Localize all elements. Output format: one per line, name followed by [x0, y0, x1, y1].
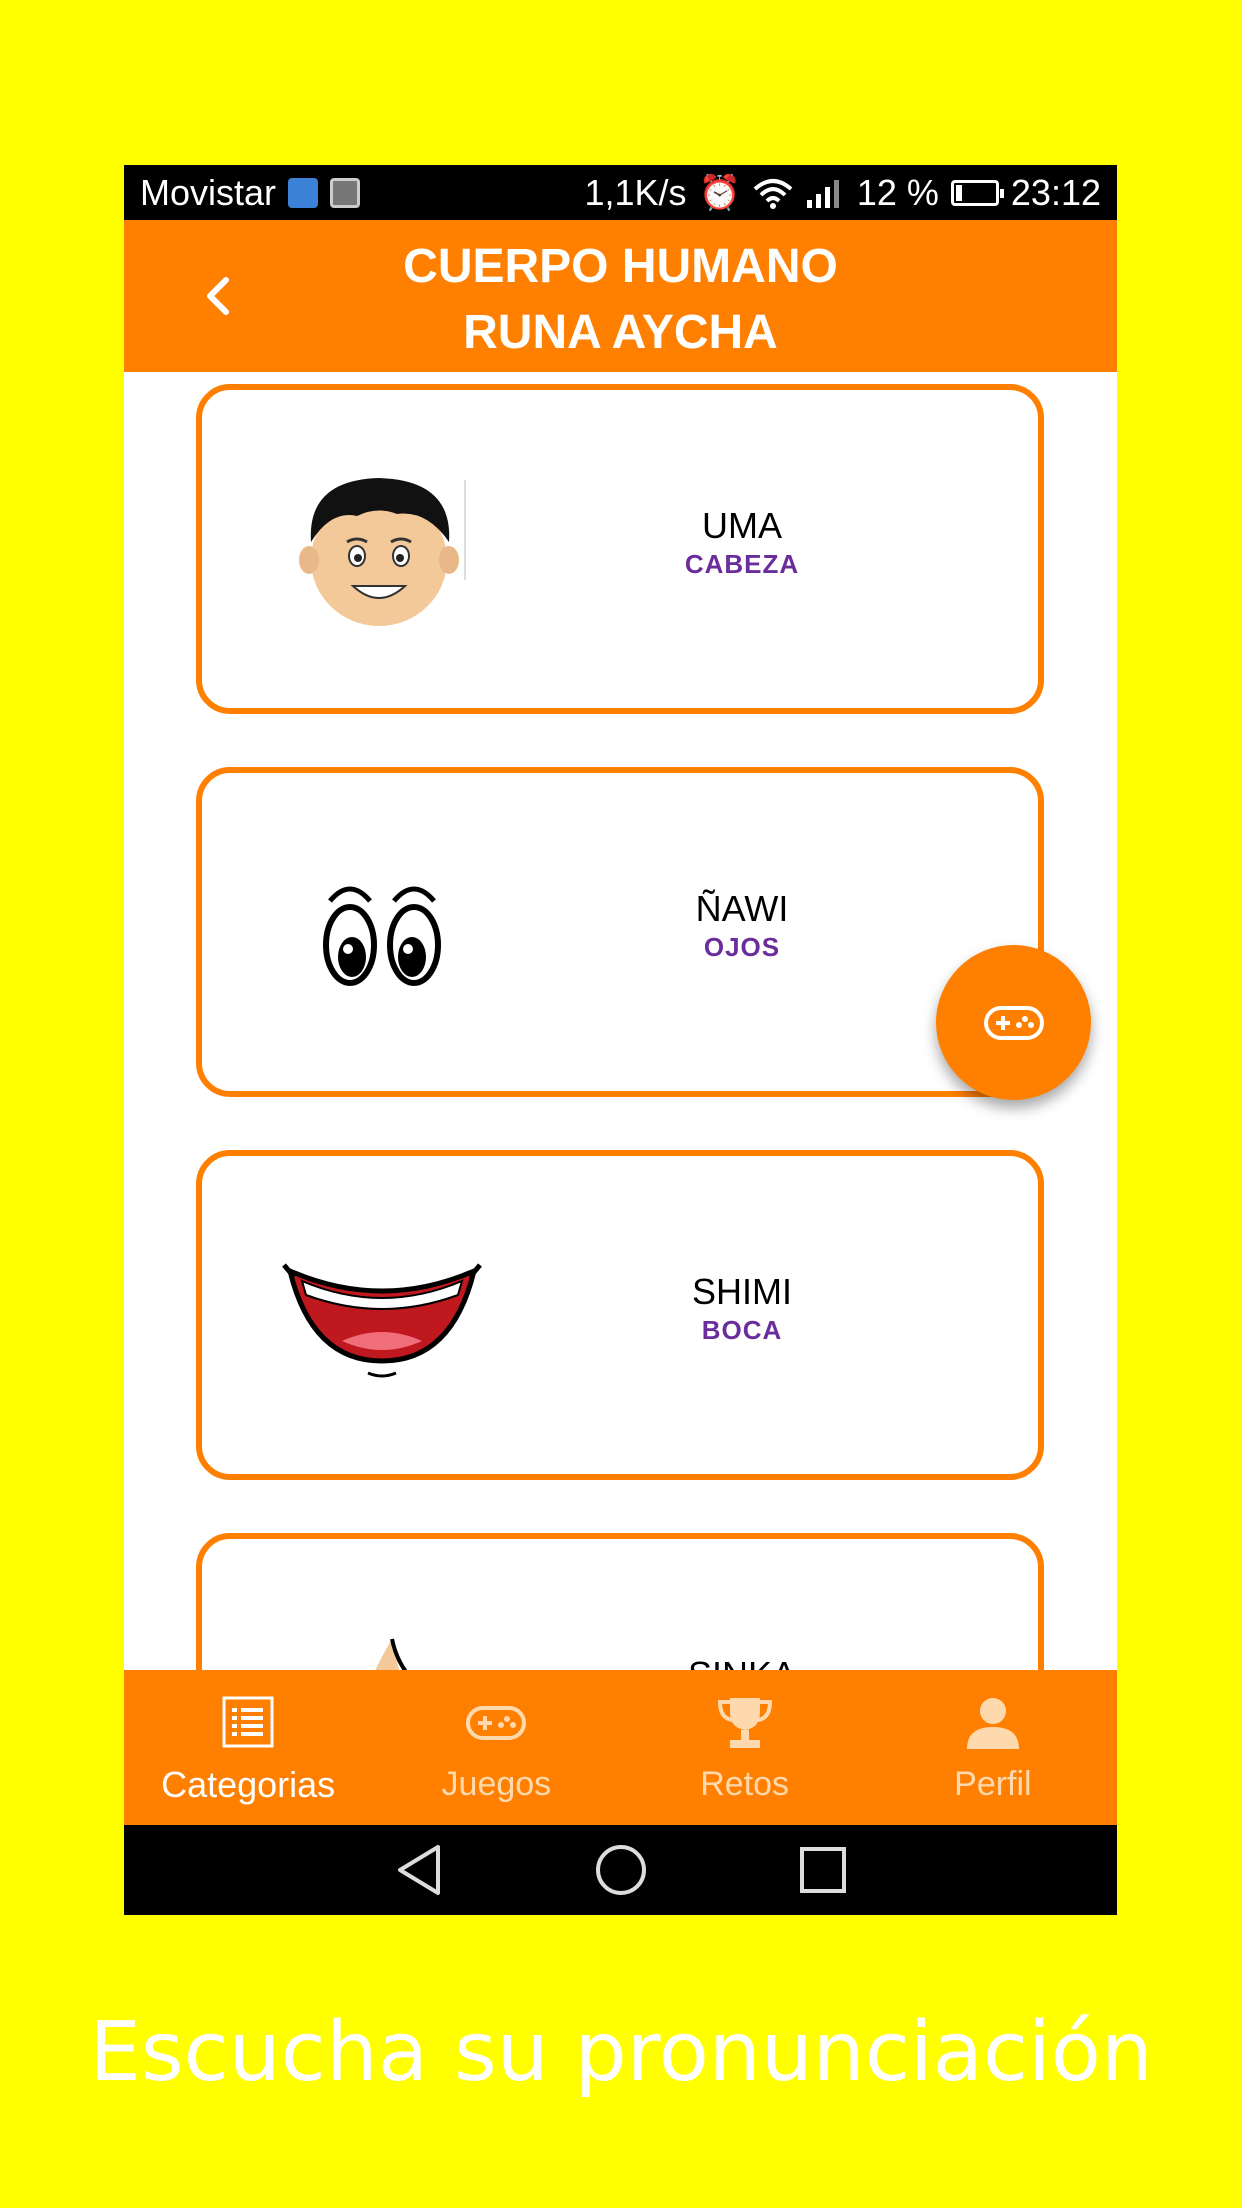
battery-icon: [950, 179, 1004, 206]
carrier-name: Movistar: [140, 171, 277, 213]
clock: 23:12: [1010, 171, 1101, 213]
nav-categorias[interactable]: Categorias: [124, 1670, 372, 1825]
square-recents-icon: [799, 1847, 846, 1893]
gallery-app-icon: [330, 177, 361, 208]
head-illustration: [282, 470, 482, 630]
battery-percent: 12 %: [856, 171, 939, 213]
app-bar: CUERPO HUMANO RUNA AYCHA: [124, 220, 1117, 372]
list-item-uma[interactable]: UMA CABEZA: [196, 384, 1044, 714]
person-icon: [966, 1698, 1019, 1749]
health-app-icon: [288, 177, 319, 208]
item-word: SHIMI: [691, 1271, 792, 1312]
mouth-illustration: [282, 1236, 482, 1396]
title-line-1: CUERPO HUMANO: [403, 240, 838, 293]
item-translation: OJOS: [703, 932, 781, 962]
nose-illustration: [282, 1619, 482, 1670]
nav-label: Juegos: [441, 1765, 552, 1803]
list-item-shimi[interactable]: SHIMI BOCA: [196, 1150, 1044, 1480]
network-speed: 1,1K/s: [584, 171, 687, 213]
list-icon: [222, 1696, 274, 1747]
nav-juegos[interactable]: Juegos: [372, 1670, 620, 1825]
eyes-illustration: [282, 853, 482, 1013]
triangle-back-icon: [397, 1845, 440, 1895]
list-item-sinka[interactable]: SINKA: [196, 1533, 1044, 1670]
system-navigation-bar: [124, 1825, 1117, 1915]
title-line-2: RUNA AYCHA: [463, 306, 778, 359]
gamepad-icon: [466, 1706, 527, 1740]
phone-screen: Movistar 1,1K/s ⏰ 12 % 23:12 CUERPO HUMA…: [124, 165, 1117, 1915]
games-fab[interactable]: [936, 945, 1091, 1100]
gamepad-icon: [983, 1005, 1044, 1040]
signal-icon: [806, 179, 839, 208]
item-word: ÑAWI: [695, 888, 789, 929]
nav-retos[interactable]: Retos: [621, 1670, 869, 1825]
bottom-navigation: Categorias Juegos Retos Perfil: [124, 1670, 1117, 1825]
page-title: CUERPO HUMANO RUNA AYCHA: [124, 234, 1117, 366]
circle-home-icon: [595, 1845, 646, 1895]
nav-label: Categorias: [161, 1763, 336, 1805]
trophy-icon: [717, 1698, 772, 1748]
item-word: UMA: [702, 505, 782, 546]
nav-label: Perfil: [954, 1765, 1032, 1803]
promo-caption: Escucha su pronunciación: [89, 2005, 1153, 2100]
system-home-button[interactable]: [594, 1843, 648, 1897]
system-back-button[interactable]: [394, 1843, 444, 1897]
list-item-nawi[interactable]: ÑAWI OJOS: [196, 767, 1044, 1097]
system-recents-button[interactable]: [798, 1845, 848, 1895]
nav-label: Retos: [700, 1765, 790, 1803]
item-translation: CABEZA: [684, 549, 800, 579]
item-word: SINKA: [622, 1654, 862, 1670]
item-translation: BOCA: [701, 1315, 783, 1345]
status-bar: Movistar 1,1K/s ⏰ 12 % 23:12: [124, 165, 1117, 220]
wifi-icon: [753, 178, 793, 209]
nav-perfil[interactable]: Perfil: [869, 1670, 1117, 1825]
alarm-icon: ⏰: [698, 173, 741, 212]
